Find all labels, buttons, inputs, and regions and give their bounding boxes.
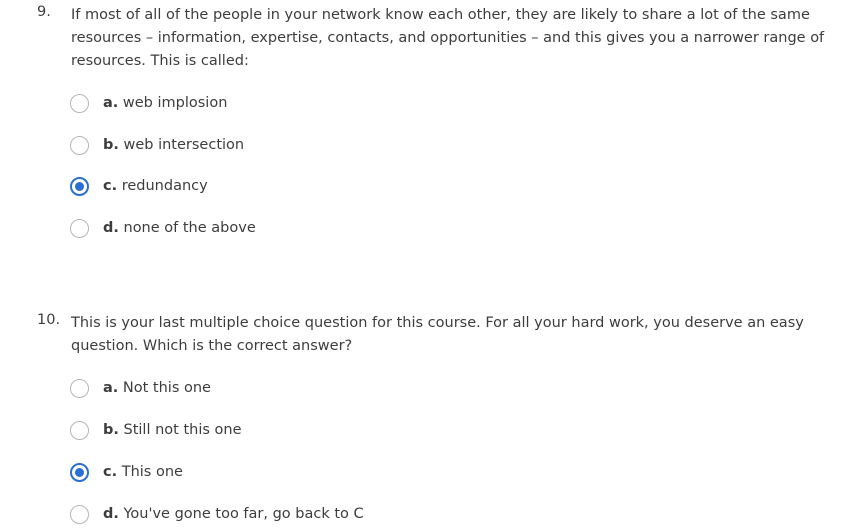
option-label: d. none of the above — [103, 220, 256, 236]
option-label: d. You've gone too far, go back to C — [103, 506, 364, 522]
option-label: c. redundancy — [103, 178, 208, 194]
radio-button-selected[interactable] — [70, 462, 89, 482]
radio-button-selected[interactable] — [70, 176, 89, 196]
option-letter: c. — [103, 464, 118, 480]
option-label: c. This one — [103, 464, 183, 480]
option-text: web intersection — [123, 137, 245, 153]
question-text: If most of all of the people in your net… — [71, 7, 825, 69]
option-letter: b. — [103, 137, 119, 153]
radio-button[interactable] — [70, 135, 89, 155]
option-9b[interactable]: b. web intersection — [70, 133, 244, 157]
radio-button[interactable] — [70, 378, 89, 398]
option-text: none of the above — [123, 220, 256, 236]
option-10d[interactable]: d. You've gone too far, go back to C — [70, 502, 364, 526]
question-number: 10. — [37, 312, 61, 328]
option-9c[interactable]: c. redundancy — [70, 174, 208, 198]
option-text: web implosion — [122, 95, 228, 111]
option-label: a. Not this one — [103, 380, 211, 396]
option-text: You've gone too far, go back to C — [123, 506, 364, 522]
option-letter: c. — [103, 178, 118, 194]
option-letter: a. — [103, 95, 119, 111]
radio-button[interactable] — [70, 218, 89, 238]
option-label: b. web intersection — [103, 137, 244, 153]
option-9d[interactable]: d. none of the above — [70, 216, 256, 240]
option-9a[interactable]: a. web implosion — [70, 91, 227, 115]
option-text: redundancy — [121, 178, 208, 194]
option-letter: d. — [103, 506, 119, 522]
option-10c[interactable]: c. This one — [70, 460, 183, 484]
radio-button[interactable] — [70, 504, 89, 524]
option-text: Not this one — [122, 380, 211, 396]
option-10b[interactable]: b. Still not this one — [70, 418, 242, 442]
question-text: This is your last multiple choice questi… — [71, 315, 804, 354]
option-letter: d. — [103, 220, 119, 236]
option-label: b. Still not this one — [103, 422, 242, 438]
option-10a[interactable]: a. Not this one — [70, 376, 211, 400]
question-number: 9. — [37, 4, 51, 20]
option-letter: a. — [103, 380, 119, 396]
option-label: a. web implosion — [103, 95, 227, 111]
radio-button[interactable] — [70, 420, 89, 440]
option-letter: b. — [103, 422, 119, 438]
radio-button[interactable] — [70, 93, 89, 113]
option-text: This one — [121, 464, 183, 480]
option-text: Still not this one — [123, 422, 242, 438]
